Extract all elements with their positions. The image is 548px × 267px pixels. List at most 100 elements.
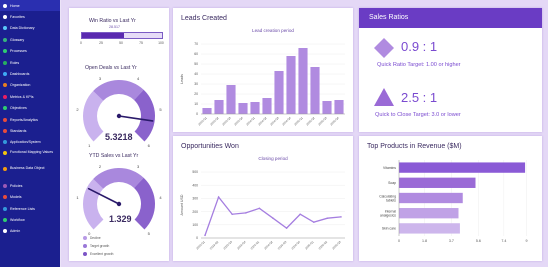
- sidebar-item-icon: [3, 72, 7, 77]
- products-y-tick: Soap: [388, 181, 396, 185]
- win-ratio-tick-label: 0: [80, 41, 82, 45]
- sidebar-item-icon: [3, 217, 7, 222]
- win-ratio-title: Win Ratio vs Last Yr: [89, 18, 136, 24]
- legend-item: Target growth: [83, 242, 113, 250]
- opps-point: [340, 216, 342, 218]
- leads-x-tick: 2025-Q2: [305, 116, 316, 127]
- leads-bar: [310, 67, 320, 114]
- opps-x-tick: 2024-Q4: [290, 240, 301, 251]
- sidebar-item[interactable]: Glossary: [0, 34, 60, 45]
- legend-target: Target growth: [90, 244, 110, 248]
- gauge-tick-label: 5: [159, 107, 162, 112]
- opps-point: [326, 217, 329, 219]
- opps-y-tick: 300: [192, 197, 198, 201]
- opps-point: [217, 196, 220, 198]
- products-x-tick: 5.6: [476, 239, 481, 243]
- legend-swatch: [83, 236, 87, 240]
- sidebar-item-icon: [3, 229, 7, 234]
- opps-chart-title: Closing period: [258, 156, 288, 161]
- sidebar-item[interactable]: Reports/Analytics: [0, 114, 60, 125]
- gauge-band: [134, 89, 155, 142]
- sidebar-item-label: Organization: [10, 83, 31, 88]
- sidebar-item[interactable]: Business Data Object: [0, 164, 60, 180]
- sidebar-item[interactable]: Data Dictionary: [0, 23, 60, 34]
- sidebar-item[interactable]: Models: [0, 191, 60, 202]
- leads-bar: [274, 71, 284, 114]
- gauge-tick-label: 1: [88, 143, 91, 148]
- leads-bar: [322, 101, 332, 114]
- leads-y-tick: 60: [194, 52, 198, 56]
- sidebar-item-icon: [3, 37, 7, 42]
- sidebar-item[interactable]: Objectives: [0, 103, 60, 114]
- leads-y-tick: 40: [194, 72, 198, 76]
- sales-title: Sales Ratios: [369, 14, 409, 21]
- leads-y-tick: 50: [194, 62, 198, 66]
- opps-x-tick: 2025-Q2: [318, 240, 329, 251]
- gauge-tick-label: 2: [99, 164, 102, 169]
- leads-y-tick: 10: [194, 102, 198, 106]
- leads-bar: [286, 56, 296, 114]
- sidebar-item[interactable]: Workflow: [0, 214, 60, 225]
- opps-x-tick: 2025-Q3: [331, 240, 342, 251]
- sidebar-item-icon: [3, 195, 7, 200]
- gauge-tick-label: 3: [99, 76, 102, 81]
- sidebar-item-icon: [3, 60, 7, 65]
- gauge-hub: [116, 113, 122, 119]
- leads-y-axis-label: Leads: [180, 74, 184, 84]
- leads-title: Leads Created: [181, 15, 227, 22]
- sidebar-item[interactable]: Policies: [0, 180, 60, 191]
- sidebar-item[interactable]: Standards: [0, 125, 60, 136]
- products-bar: [399, 208, 459, 219]
- sidebar-item-icon: [3, 83, 7, 88]
- gauge-band: [83, 178, 104, 230]
- sidebar-item[interactable]: Application/System: [0, 137, 60, 148]
- sidebar-item[interactable]: Organization: [0, 80, 60, 91]
- sidebar-item[interactable]: Functional Mapping Values: [0, 148, 60, 164]
- sidebar-item-icon: [3, 128, 7, 133]
- sidebar-item[interactable]: Metrics & KPIs: [0, 91, 60, 102]
- win-ratio-value: 28.517: [109, 25, 120, 29]
- sales-panel: Sales Ratios 0.9 : 1 Quick Ratio Target:…: [359, 8, 542, 132]
- sidebar-item-label: Reports/Analytics: [10, 117, 38, 122]
- sidebar-item[interactable]: Home: [0, 0, 60, 12]
- products-chart: 0 1.8 3.7 5.6 7.4 9VitaminsSoapCalculatingtab…: [379, 160, 528, 243]
- gauge-tick-label: 6: [148, 143, 151, 148]
- opps-x-tick: 2024-Q3: [277, 240, 288, 251]
- products-y-tick: Vitamins: [383, 166, 396, 170]
- sidebar: Home Favorites Data Dictionary Glossary Proc…: [0, 0, 60, 267]
- sidebar-item-icon: [3, 106, 7, 111]
- opps-point: [285, 227, 288, 229]
- quick-ratio-target: Quick Ratio Target: 1.00 or higher: [377, 62, 461, 68]
- sidebar-item-label: Roles: [10, 60, 20, 65]
- leads-x-tick: 2024-Q4: [281, 116, 292, 127]
- sidebar-item-label: Business Data Object: [10, 166, 45, 171]
- products-y-tick: Skin care: [382, 227, 396, 231]
- sidebar-item-icon: [3, 140, 7, 145]
- leads-x-tick: 2024-Q2: [257, 116, 268, 127]
- sidebar-item-icon: [3, 206, 7, 211]
- gauge-tick-label: 4: [137, 76, 140, 81]
- sidebar-item-label: Dashboards: [10, 72, 30, 77]
- sidebar-item[interactable]: Roles: [0, 57, 60, 68]
- leads-y-tick: 30: [194, 82, 198, 86]
- leads-panel: Leads Created Lead creation period Leads 0…: [173, 8, 353, 132]
- sidebar-item[interactable]: Reference Lists: [0, 203, 60, 214]
- gauge-band: [93, 80, 144, 101]
- gauge-tick-label: 5: [148, 231, 151, 236]
- opps-y-tick: 500: [192, 170, 198, 174]
- sidebar-item[interactable]: Processes: [0, 46, 60, 57]
- win-ratio-tick-label: 25: [99, 41, 103, 45]
- gauges-panel: Win Ratio vs Last Yr 28.517 0 25 50 75 100 O…: [69, 8, 169, 261]
- leads-bar: [202, 108, 212, 114]
- leads-bar: [250, 102, 260, 114]
- dashboard-main: Win Ratio vs Last Yr 28.517 0 25 50 75 100 O…: [61, 0, 548, 267]
- products-x-tick: 1.8: [422, 239, 427, 243]
- sidebar-item-label: Policies: [10, 183, 23, 188]
- gauge-hub: [116, 201, 122, 207]
- opps-y-tick: 0: [196, 236, 198, 240]
- sidebar-item[interactable]: Favorites: [0, 11, 60, 22]
- win-ratio-tick-label: 75: [139, 41, 143, 45]
- sidebar-item[interactable]: Dashboards: [0, 68, 60, 79]
- sidebar-item-label: Data Dictionary: [10, 26, 35, 31]
- sidebar-item[interactable]: Admin: [0, 226, 60, 237]
